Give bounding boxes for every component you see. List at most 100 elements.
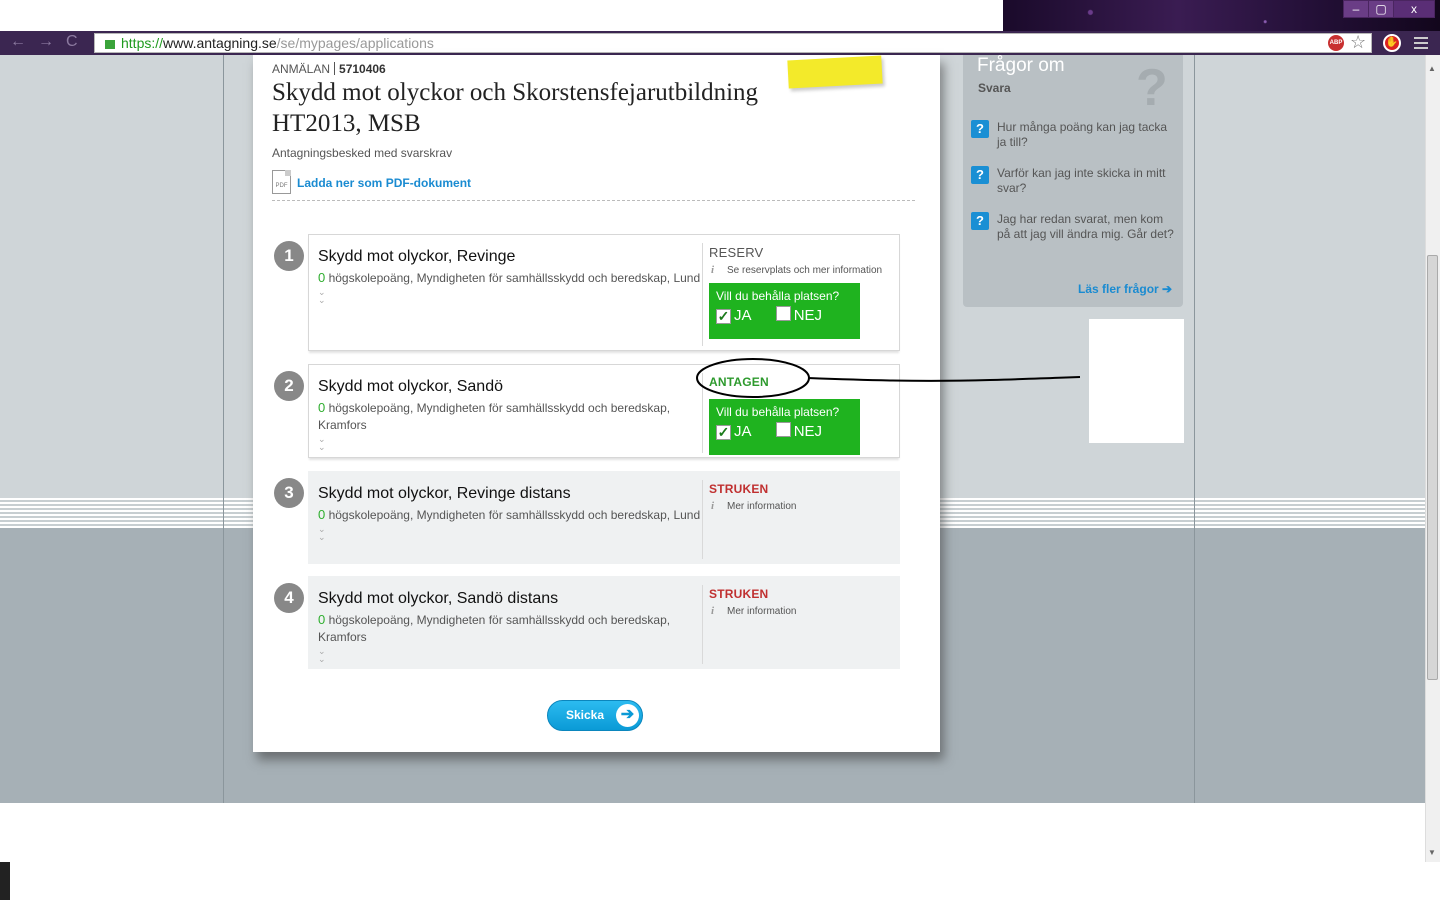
keep-place-box: Vill du behålla platsen? ✓ JA NEJ xyxy=(709,283,860,339)
choice-title: Skydd mot olyckor, Sandö distans xyxy=(318,590,559,607)
page-title: Skydd mot olyckor och Skorstensfejarutbi… xyxy=(272,79,759,137)
bookmark-star-icon[interactable]: ☆ xyxy=(1350,32,1366,53)
url-protocol: https:// xyxy=(121,35,164,51)
hand-drawn-annotation xyxy=(696,358,1081,398)
yes-label: JA xyxy=(734,423,752,440)
pdf-document-icon[interactable]: PDF xyxy=(272,170,291,194)
choice-title: Skydd mot olyckor, Revinge xyxy=(318,248,516,265)
choice-title: Skydd mot olyckor, Sandö xyxy=(318,378,503,395)
scroll-down-arrow-icon[interactable]: ▼ xyxy=(1428,848,1436,857)
status-badge: RESERV xyxy=(709,245,764,260)
choice-row-4: Skydd mot olyckor, Sandö distans 0 högsk… xyxy=(308,576,900,669)
no-checkbox[interactable] xyxy=(775,422,791,437)
page-subtitle: Antagningsbesked med svarskrav xyxy=(272,146,453,160)
top-blank-area xyxy=(0,0,1003,31)
no-label: NEJ xyxy=(793,423,823,440)
help-icon: ? xyxy=(971,120,989,138)
window-minimize-button[interactable]: – xyxy=(1343,0,1369,18)
choice-description: 0 högskolepoäng, Myndigheten för samhäll… xyxy=(318,506,703,524)
yes-checkbox[interactable]: ✓ xyxy=(716,425,731,440)
reserve-info-link[interactable]: i Se reservplats och mer information xyxy=(709,264,889,277)
window-maximize-button[interactable]: ▢ xyxy=(1368,0,1394,18)
application-label: ANMÄLAN 5710406 xyxy=(272,62,386,76)
bottom-blank-area xyxy=(10,803,1435,900)
yes-label: JA xyxy=(734,307,752,324)
ad-placeholder xyxy=(1089,319,1184,443)
address-bar[interactable]: https://www.antagning.se/se/mypages/appl… xyxy=(94,33,1372,53)
faq-question-3[interactable]: ? Jag har redan svarat, men kom på att ja… xyxy=(971,212,1176,242)
choice-row-3: Skydd mot olyckor, Revinge distans 0 hög… xyxy=(308,471,900,564)
info-text: Mer information xyxy=(727,606,797,617)
adblock-extension-icon[interactable]: ABP xyxy=(1328,35,1344,51)
info-icon: i xyxy=(711,605,715,617)
annotation-circle xyxy=(696,358,810,398)
browser-menu-icon[interactable] xyxy=(1414,37,1428,52)
header-divider xyxy=(272,200,915,201)
arrow-right-icon: ➔ xyxy=(1162,282,1173,296)
choice-number-badge: 1 xyxy=(274,241,304,271)
faq-question-2[interactable]: ? Varför kan jag inte skicka in mitt svar… xyxy=(971,166,1176,196)
faq-title: Frågor om xyxy=(977,55,1065,76)
faq-question-text: Hur många poäng kan jag tacka ja till? xyxy=(997,120,1168,149)
application-label-text: ANMÄLAN xyxy=(272,62,331,76)
info-text: Se reservplats och mer information xyxy=(727,265,883,276)
no-checkbox[interactable] xyxy=(775,306,791,321)
row-separator xyxy=(702,243,703,346)
expand-chevron-icon[interactable]: ⌄ ⌄ xyxy=(318,288,703,305)
sticky-note-decoration xyxy=(787,55,883,89)
expand-chevron-icon[interactable]: ⌄ ⌄ xyxy=(318,525,703,542)
column-line-right xyxy=(1194,55,1195,803)
stop-extension-icon[interactable]: ✋ xyxy=(1383,34,1401,52)
more-info-link[interactable]: i Mer information xyxy=(709,500,889,513)
choice-number-badge: 4 xyxy=(274,583,304,613)
scrollbar-thumb[interactable] xyxy=(1427,255,1438,680)
choice-description-text: högskolepoäng, Myndigheten för samhällss… xyxy=(325,271,701,285)
more-questions-text: Läs fler frågor xyxy=(1078,282,1159,296)
choice-description-text: högskolepoäng, Myndigheten för samhällss… xyxy=(318,401,671,432)
no-label: NEJ xyxy=(793,307,823,324)
window-close-button[interactable]: x xyxy=(1393,0,1435,18)
more-info-link[interactable]: i Mer information xyxy=(709,605,889,618)
help-icon: ? xyxy=(971,166,989,184)
send-button[interactable]: Skicka ➔ xyxy=(547,700,643,731)
choice-title: Skydd mot olyckor, Revinge distans xyxy=(318,485,571,502)
info-icon: i xyxy=(711,264,715,276)
send-button-label: Skicka xyxy=(566,708,605,722)
scroll-up-arrow-icon[interactable]: ▲ xyxy=(1428,64,1436,73)
info-icon: i xyxy=(711,500,715,512)
reload-icon[interactable]: C xyxy=(66,33,78,51)
more-questions-link[interactable]: Läs fler frågor ➔ xyxy=(1078,282,1172,296)
help-icon: ? xyxy=(971,212,989,230)
choice-description: 0 högskolepoäng, Myndigheten för samhäll… xyxy=(318,399,703,434)
column-line-left xyxy=(223,55,224,803)
status-badge: STRUKEN xyxy=(709,587,769,601)
choice-description-text: högskolepoäng, Myndigheten för samhällss… xyxy=(325,508,701,522)
choice-description: 0 högskolepoäng, Myndigheten för samhäll… xyxy=(318,611,703,646)
keep-place-question: Vill du behålla platsen? xyxy=(716,289,840,303)
choice-description: 0 högskolepoäng, Myndigheten för samhäll… xyxy=(318,269,703,287)
expand-chevron-icon[interactable]: ⌄ ⌄ xyxy=(318,435,703,452)
info-text: Mer information xyxy=(727,501,797,512)
row-separator xyxy=(702,585,703,664)
faq-question-text: Jag har redan svarat, men kom på att jag… xyxy=(997,212,1174,241)
keep-place-question: Vill du behålla platsen? xyxy=(716,405,840,419)
faq-question-1[interactable]: ? Hur många poäng kan jag tacka ja till? xyxy=(971,120,1176,150)
question-mark-icon: ? xyxy=(1136,59,1168,117)
yes-checkbox[interactable]: ✓ xyxy=(716,309,731,324)
choice-number-badge: 3 xyxy=(274,478,304,508)
keep-place-box: Vill du behålla platsen? ✓ JA NEJ xyxy=(709,399,860,455)
arrow-right-icon: ➔ xyxy=(616,704,639,727)
url-path: /se/mypages/applications xyxy=(276,35,434,51)
forward-arrow-icon[interactable]: → xyxy=(38,33,54,51)
annotation-line xyxy=(807,376,1081,382)
choice-description-text: högskolepoäng, Myndigheten för samhällss… xyxy=(318,613,671,644)
row-separator xyxy=(702,480,703,559)
faq-subtitle: Svara xyxy=(978,81,1011,95)
download-pdf-link[interactable]: Ladda ner som PDF-dokument xyxy=(297,176,471,190)
faq-question-text: Varför kan jag inte skicka in mitt svar? xyxy=(997,166,1166,195)
back-arrow-icon[interactable]: ← xyxy=(10,33,26,51)
taskbar-corner xyxy=(0,862,10,900)
choice-number-badge: 2 xyxy=(274,371,304,401)
expand-chevron-icon[interactable]: ⌄ ⌄ xyxy=(318,647,703,664)
lock-icon xyxy=(105,40,115,49)
